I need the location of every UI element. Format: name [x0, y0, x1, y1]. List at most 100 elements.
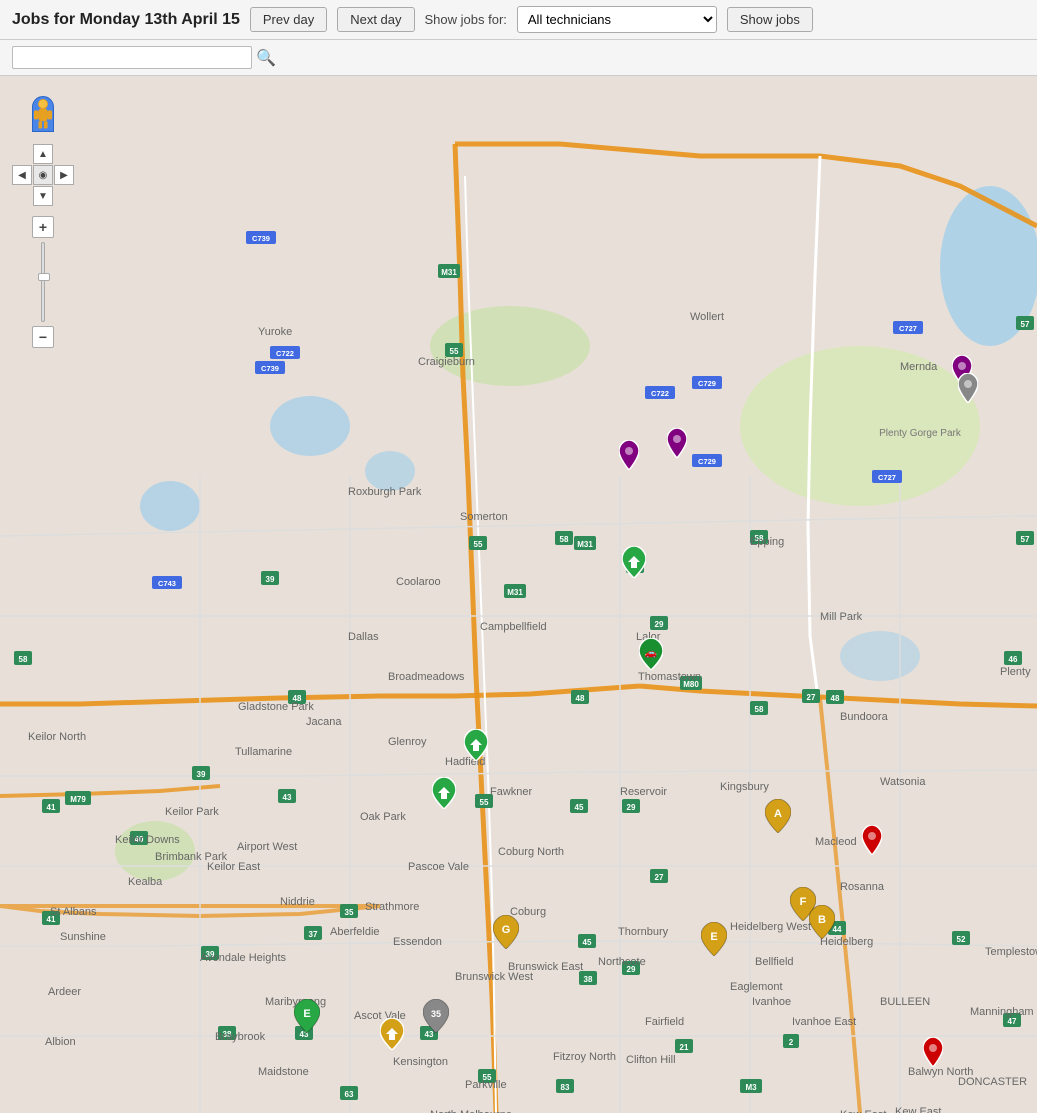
svg-text:38: 38	[223, 1030, 232, 1039]
svg-text:39: 39	[197, 770, 206, 779]
search-input[interactable]	[12, 46, 252, 69]
nav-pad: ▲ ◀ ◉ ▶ ▼	[12, 144, 74, 206]
svg-text:58: 58	[755, 705, 764, 714]
svg-text:M31: M31	[577, 540, 593, 549]
map-pin-pin-house-5[interactable]	[958, 373, 978, 406]
svg-text:35: 35	[431, 1009, 441, 1019]
svg-text:55: 55	[474, 540, 483, 549]
svg-text:39: 39	[266, 575, 275, 584]
svg-text:41: 41	[47, 915, 56, 924]
svg-text:E: E	[710, 931, 717, 943]
svg-text:57: 57	[1021, 535, 1030, 544]
svg-text:45: 45	[583, 938, 592, 947]
svg-text:83: 83	[561, 1083, 570, 1092]
svg-text:48: 48	[831, 694, 840, 703]
map-pin-pin-e2[interactable]: E	[294, 999, 320, 1036]
pan-down-button[interactable]: ▼	[33, 186, 53, 206]
svg-text:58: 58	[560, 535, 569, 544]
svg-text:C727: C727	[899, 324, 917, 333]
svg-text:M31: M31	[441, 268, 457, 277]
page-title: Jobs for Monday 13th April 15	[12, 11, 240, 29]
svg-text:M79: M79	[70, 795, 86, 804]
map-container[interactable]: M31 M31 M31 M80 55 55 55 55 C722 C729 C7…	[0, 76, 1037, 1113]
zoom-track[interactable]	[41, 242, 45, 322]
svg-text:E: E	[303, 1008, 310, 1020]
next-day-button[interactable]: Next day	[337, 7, 414, 32]
svg-text:47: 47	[1008, 1017, 1017, 1026]
search-button[interactable]: 🔍	[256, 48, 276, 68]
map-pin-pin-purple-1[interactable]	[619, 440, 639, 473]
svg-text:57: 57	[1021, 320, 1030, 329]
svg-text:C729: C729	[698, 457, 716, 466]
svg-text:A: A	[774, 808, 782, 820]
svg-text:C739: C739	[252, 234, 270, 243]
svg-text:C729: C729	[698, 379, 716, 388]
zoom-in-button[interactable]: +	[32, 216, 54, 238]
map-pin-pin-35[interactable]: 35	[423, 999, 449, 1036]
pan-right-button[interactable]: ▶	[54, 165, 74, 185]
svg-text:F: F	[800, 896, 807, 908]
svg-text:29: 29	[627, 803, 636, 812]
svg-text:C722: C722	[651, 389, 669, 398]
map-pin-pin-e1[interactable]: E	[701, 922, 727, 959]
svg-text:48: 48	[293, 694, 302, 703]
show-jobs-for-label: Show jobs for:	[425, 12, 507, 27]
svg-text:48: 48	[576, 694, 585, 703]
map-pin-pin-a[interactable]: A	[765, 799, 791, 836]
svg-text:40: 40	[135, 835, 144, 844]
svg-text:27: 27	[655, 873, 664, 882]
svg-text:29: 29	[627, 965, 636, 974]
zoom-out-button[interactable]: −	[32, 326, 54, 348]
svg-text:C739: C739	[261, 364, 279, 373]
svg-text:45: 45	[575, 803, 584, 812]
svg-text:2: 2	[789, 1038, 794, 1047]
map-pin-pin-purple-2[interactable]	[667, 428, 687, 461]
svg-text:M3: M3	[745, 1083, 757, 1092]
svg-text:M31: M31	[507, 588, 523, 597]
map-pin-pin-a2[interactable]	[380, 1018, 404, 1053]
technician-select[interactable]: All technicians Technician A Technician …	[517, 6, 717, 33]
svg-text:58: 58	[19, 655, 28, 664]
svg-text:29: 29	[655, 620, 664, 629]
svg-text:52: 52	[957, 935, 966, 944]
map-pin-pin-g[interactable]: G	[493, 915, 519, 952]
map-controls: ▲ ◀ ◉ ▶ ▼ + −	[12, 96, 74, 348]
prev-day-button[interactable]: Prev day	[250, 7, 327, 32]
svg-text:35: 35	[345, 908, 354, 917]
svg-text:38: 38	[584, 975, 593, 984]
pegman[interactable]	[32, 96, 54, 132]
header: Jobs for Monday 13th April 15 Prev day N…	[0, 0, 1037, 40]
svg-text:C727: C727	[878, 473, 896, 482]
pan-center-button[interactable]: ◉	[33, 165, 53, 185]
map-pin-pin-car-1[interactable]: 🚗	[639, 638, 663, 673]
svg-text:41: 41	[47, 803, 56, 812]
map-pin-pin-house-1[interactable]	[622, 546, 646, 581]
map-pin-pin-red-1[interactable]	[862, 825, 882, 858]
map-pin-pin-red-2[interactable]	[923, 1037, 943, 1070]
map-pin-pin-house-2[interactable]	[464, 729, 488, 764]
svg-text:B: B	[818, 914, 826, 926]
svg-text:G: G	[502, 924, 511, 936]
svg-text:55: 55	[450, 347, 459, 356]
svg-text:27: 27	[807, 693, 816, 702]
pan-left-button[interactable]: ◀	[12, 165, 32, 185]
svg-text:37: 37	[309, 930, 318, 939]
svg-text:43: 43	[283, 793, 292, 802]
svg-text:Plenty Gorge Park: Plenty Gorge Park	[879, 428, 962, 439]
svg-text:C743: C743	[158, 579, 176, 588]
svg-text:🚗: 🚗	[645, 648, 657, 659]
map-pin-pin-house-3[interactable]	[432, 777, 456, 812]
svg-text:55: 55	[480, 798, 489, 807]
pan-up-button[interactable]: ▲	[33, 144, 53, 164]
svg-text:39: 39	[206, 950, 215, 959]
svg-text:55: 55	[483, 1073, 492, 1082]
show-jobs-button[interactable]: Show jobs	[727, 7, 813, 32]
svg-text:63: 63	[345, 1090, 354, 1099]
map-pin-pin-b[interactable]: B	[809, 905, 835, 942]
search-icon: 🔍	[256, 50, 276, 67]
zoom-thumb[interactable]	[38, 273, 50, 281]
svg-text:M80: M80	[683, 680, 699, 689]
svg-text:58: 58	[755, 534, 764, 543]
map-svg: M31 M31 M31 M80 55 55 55 55 C722 C729 C7…	[0, 76, 1037, 1113]
search-bar: 🔍	[0, 40, 1037, 76]
